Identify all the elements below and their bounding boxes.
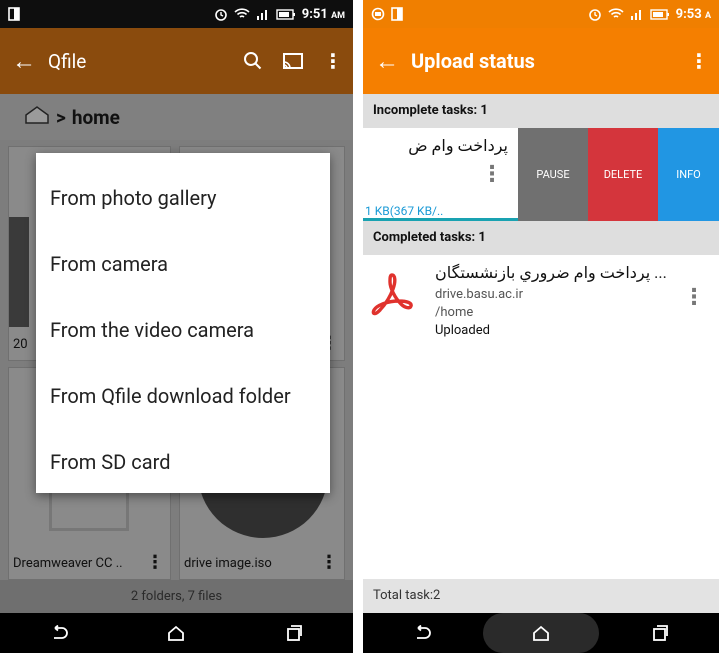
file-menu-icon[interactable]: ⋮: [146, 552, 164, 573]
task-menu-icon[interactable]: ⋮: [683, 285, 705, 310]
total-task-count: Total task:2: [363, 579, 719, 613]
option-camera[interactable]: From camera: [36, 231, 330, 297]
battery-icon: [276, 8, 296, 20]
alarm-icon: [588, 7, 602, 21]
back-nav-icon[interactable]: [29, 613, 89, 653]
file-name: Dreamweaver CC ..: [13, 556, 123, 571]
home-nav-icon[interactable]: [511, 613, 571, 653]
status-time: 9:53 A: [675, 6, 711, 22]
app-bar: ← Upload status ⋮: [363, 28, 719, 94]
notification-icon: [8, 7, 20, 21]
recents-nav-icon[interactable]: [264, 613, 324, 653]
home-icon[interactable]: [24, 105, 50, 130]
task-title: پرداخت وام ضروري بازنشستگان ...: [435, 263, 667, 282]
task-path: /home: [435, 305, 474, 320]
back-arrow-icon[interactable]: ←: [363, 47, 411, 76]
upload-status-screen: 9:53 A ← Upload status ⋮ Incomplete task…: [363, 0, 719, 653]
alarm-icon: [214, 7, 228, 21]
nav-bar: [0, 613, 353, 653]
status-time: 9:51 AM: [301, 6, 345, 22]
incomplete-task-row[interactable]: پرداخت وام ض ⋮ 1 KB(367 KB/.. PAUSE DELE…: [363, 128, 719, 221]
breadcrumb-separator: >: [56, 105, 66, 129]
completed-task-item[interactable]: پرداخت وام ضروري بازنشستگان ... drive.ba…: [363, 255, 719, 355]
qfile-screen: 9:51 AM ← Qfile ⋮ > home 20 ⋮ ⋮ Dreamwea…: [0, 0, 353, 653]
option-video-camera[interactable]: From the video camera: [36, 297, 330, 363]
thumbnail-image: [9, 217, 29, 327]
file-name: 20: [13, 337, 28, 352]
status-bar: 9:53 A: [363, 0, 719, 28]
nav-bar: [363, 613, 719, 653]
file-name: drive image.iso: [184, 556, 272, 571]
pdf-file-icon: [371, 271, 415, 327]
back-arrow-icon[interactable]: ←: [0, 47, 48, 76]
folder-file-count: 2 folders, 7 files: [0, 580, 353, 613]
wifi-icon: [234, 8, 250, 20]
message-icon: [371, 7, 385, 21]
completed-tasks-header: Completed tasks: 1: [363, 221, 719, 255]
task-menu-icon[interactable]: ⋮: [481, 162, 503, 187]
signal-icon: [256, 8, 270, 20]
option-photo-gallery[interactable]: From photo gallery: [36, 165, 330, 231]
task-status: Uploaded: [435, 323, 490, 338]
task-host: drive.basu.ac.ir: [435, 287, 523, 302]
home-nav-icon[interactable]: [146, 613, 206, 653]
overflow-menu-icon[interactable]: ⋮: [679, 49, 719, 73]
upload-source-dialog: From photo gallery From camera From the …: [36, 153, 330, 493]
notification-icon: [391, 7, 403, 21]
file-menu-icon[interactable]: ⋮: [320, 552, 338, 573]
status-bar: 9:51 AM: [0, 0, 353, 28]
recents-nav-icon[interactable]: [630, 613, 690, 653]
app-title: Qfile: [48, 49, 87, 73]
pause-button[interactable]: PAUSE: [518, 128, 588, 221]
app-bar: ← Qfile ⋮: [0, 28, 353, 94]
wifi-icon: [608, 8, 624, 20]
incomplete-task-item[interactable]: پرداخت وام ض ⋮ 1 KB(367 KB/..: [363, 128, 518, 221]
breadcrumb-home[interactable]: home: [72, 106, 120, 129]
battery-icon: [649, 8, 670, 20]
page-title: Upload status: [411, 49, 535, 73]
overflow-menu-icon[interactable]: ⋮: [313, 49, 353, 73]
option-download-folder[interactable]: From Qfile download folder: [36, 363, 330, 429]
info-button[interactable]: INFO: [658, 128, 719, 221]
option-sd-card[interactable]: From SD card: [36, 429, 330, 495]
breadcrumb: > home: [0, 94, 353, 140]
task-title: پرداخت وام ض: [408, 136, 508, 155]
incomplete-tasks-header: Incomplete tasks: 1: [363, 94, 719, 128]
task-size: 1 KB(367 KB/..: [365, 204, 444, 218]
back-nav-icon[interactable]: [392, 613, 452, 653]
cast-icon[interactable]: [273, 52, 313, 70]
search-icon[interactable]: [233, 51, 273, 71]
signal-icon: [630, 8, 644, 20]
delete-button[interactable]: DELETE: [588, 128, 658, 221]
